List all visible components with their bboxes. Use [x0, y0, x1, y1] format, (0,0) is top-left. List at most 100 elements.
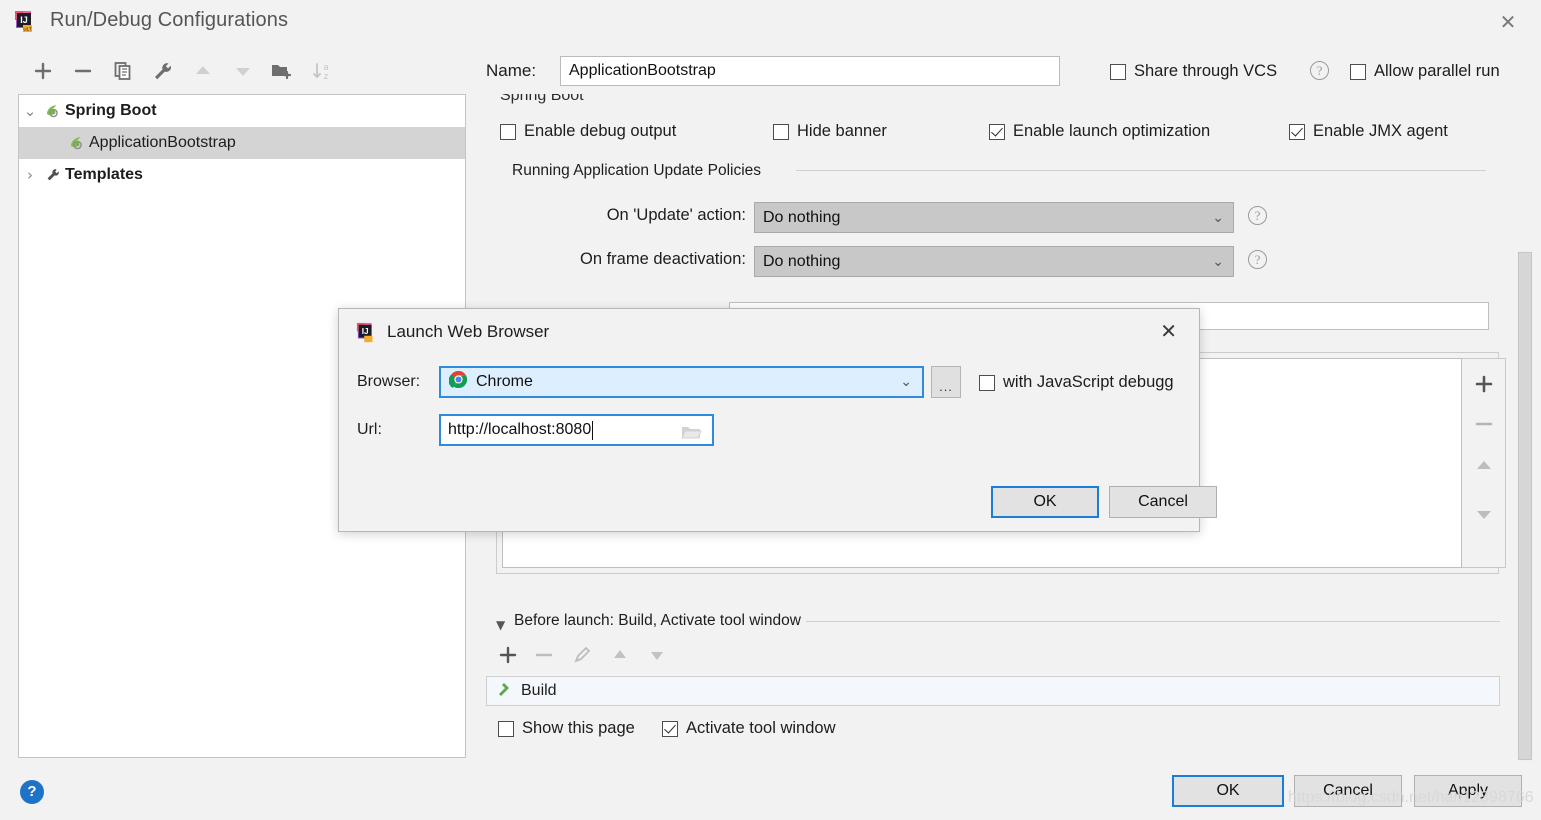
spring-boot-icon: [41, 102, 65, 120]
watermark: https://blog.csdn.net/han12398766: [1288, 789, 1534, 807]
enable-jmx-agent-checkbox[interactable]: Enable JMX agent: [1289, 122, 1448, 141]
move-task-up-icon[interactable]: [602, 640, 638, 670]
tree-item-label: Templates: [65, 166, 143, 184]
remove-icon[interactable]: [68, 56, 98, 86]
chevron-down-icon: ⌄: [1212, 254, 1224, 270]
browse-browsers-button[interactable]: ...: [931, 366, 961, 398]
share-through-vcs-label: Share through VCS: [1134, 62, 1277, 81]
tree-item-applicationbootstrap[interactable]: ApplicationBootstrap: [19, 127, 465, 159]
tree-item-spring-boot[interactable]: ⌄ Spring Boot: [19, 95, 465, 127]
intellij-idea-icon: IJ: [356, 322, 378, 344]
update-policies-group-label: Running Application Update Policies: [512, 162, 761, 180]
add-icon[interactable]: [28, 56, 58, 86]
dialog-close-icon[interactable]: ✕: [1160, 319, 1177, 343]
tree-item-label: ApplicationBootstrap: [89, 134, 236, 152]
hide-banner-label: Hide banner: [797, 122, 887, 141]
config-toolbar: a z: [18, 56, 468, 90]
move-up-icon[interactable]: [188, 56, 218, 86]
before-launch-toggle-icon[interactable]: ▼: [496, 618, 505, 632]
before-launch-task-label: Build: [521, 682, 557, 700]
add-row-button[interactable]: [1466, 369, 1502, 399]
allow-parallel-run-checkbox[interactable]: Allow parallel run: [1350, 62, 1500, 81]
new-folder-icon[interactable]: [266, 56, 296, 86]
help-icon[interactable]: ?: [20, 780, 44, 804]
dialog-cancel-button[interactable]: Cancel: [1109, 486, 1217, 518]
checkbox-box: [1110, 64, 1126, 80]
chevron-down-icon: ⌄: [900, 374, 912, 390]
move-down-icon[interactable]: [228, 56, 258, 86]
remove-row-button[interactable]: [1466, 409, 1502, 439]
intellij-idea-icon: IJ ULT: [14, 10, 38, 34]
remove-task-icon[interactable]: [526, 640, 562, 670]
checkbox-box: [773, 124, 789, 140]
name-input[interactable]: [560, 56, 1060, 86]
svg-text:IJ: IJ: [362, 327, 369, 336]
activate-tool-window-checkbox[interactable]: Activate tool window: [662, 719, 836, 738]
folder-icon[interactable]: [680, 423, 702, 446]
before-launch-task-row[interactable]: Build: [486, 676, 1500, 706]
group-divider: [806, 621, 1500, 622]
with-javascript-debugger-label: with JavaScript debugg: [1003, 373, 1174, 392]
run-debug-configurations-window: IJ ULT Run/Debug Configurations ✕: [0, 0, 1541, 820]
with-javascript-debugger-checkbox[interactable]: with JavaScript debugg: [979, 373, 1174, 392]
add-task-icon[interactable]: [490, 640, 526, 670]
browser-select[interactable]: Chrome ⌄: [439, 366, 924, 398]
svg-text:IJ: IJ: [20, 15, 28, 25]
before-launch-title: Before launch: Build, Activate tool wind…: [514, 612, 801, 630]
browser-value: Chrome: [476, 373, 533, 391]
on-update-action-help-icon[interactable]: ?: [1248, 206, 1267, 225]
checkbox-box: [1289, 124, 1305, 140]
checkbox-box: [500, 124, 516, 140]
spring-boot-icon: [65, 134, 89, 152]
edit-task-icon[interactable]: [565, 640, 601, 670]
share-vcs-help-icon[interactable]: ?: [1310, 61, 1329, 80]
on-frame-deactivation-help-icon[interactable]: ?: [1248, 250, 1267, 269]
dialog-ok-button[interactable]: OK: [991, 486, 1099, 518]
hide-banner-checkbox[interactable]: Hide banner: [773, 122, 887, 141]
checkbox-box: [498, 721, 514, 737]
sort-alphabetically-icon[interactable]: a z: [306, 56, 336, 86]
wrench-icon[interactable]: [148, 56, 178, 86]
spring-boot-group-label: Spring Boot: [500, 94, 584, 105]
chevron-down-icon[interactable]: ⌄: [19, 102, 41, 120]
show-this-page-checkbox[interactable]: Show this page: [498, 719, 635, 738]
tree-item-templates[interactable]: › Templates: [19, 159, 465, 191]
move-row-down-button[interactable]: [1466, 499, 1502, 529]
hammer-icon: [495, 680, 513, 703]
move-row-up-button[interactable]: [1466, 451, 1502, 481]
on-update-action-value: Do nothing: [763, 209, 840, 227]
chrome-icon: [449, 370, 468, 394]
chevron-down-icon: ⌄: [1212, 210, 1224, 226]
browser-label: Browser:: [357, 373, 420, 391]
svg-text:z: z: [324, 71, 329, 81]
ok-button[interactable]: OK: [1172, 775, 1284, 807]
share-through-vcs-checkbox[interactable]: Share through VCS: [1110, 62, 1277, 81]
activate-tool-window-label: Activate tool window: [686, 719, 836, 738]
enable-launch-optimization-label: Enable launch optimization: [1013, 122, 1210, 141]
text-caret: [592, 421, 593, 440]
wrench-icon: [41, 166, 65, 184]
settings-scrollbar-thumb[interactable]: [1518, 252, 1532, 760]
on-update-action-select[interactable]: Do nothing ⌄: [754, 202, 1234, 233]
page-title: Run/Debug Configurations: [50, 9, 288, 32]
copy-icon[interactable]: [108, 56, 138, 86]
close-icon[interactable]: ✕: [1493, 8, 1523, 36]
enable-launch-optimization-checkbox[interactable]: Enable launch optimization: [989, 122, 1210, 141]
move-task-down-icon[interactable]: [639, 640, 675, 670]
on-frame-deactivation-select[interactable]: Do nothing ⌄: [754, 246, 1234, 277]
name-label: Name:: [486, 61, 536, 81]
on-frame-deactivation-label: On frame deactivation:: [516, 250, 746, 269]
svg-text:ULT: ULT: [23, 27, 31, 32]
url-input[interactable]: http://localhost:8080: [439, 414, 714, 446]
checkbox-box: [662, 721, 678, 737]
window-title-bar: IJ ULT Run/Debug Configurations ✕: [0, 0, 1541, 44]
show-this-page-label: Show this page: [522, 719, 635, 738]
enable-debug-output-checkbox[interactable]: Enable debug output: [500, 122, 676, 141]
group-divider: [796, 170, 1486, 171]
launch-web-browser-dialog: IJ Launch Web Browser ✕ Browser: Chrome: [338, 308, 1200, 532]
allow-parallel-run-label: Allow parallel run: [1374, 62, 1500, 81]
chevron-right-icon[interactable]: ›: [19, 166, 41, 184]
table-side-buttons: [1462, 358, 1506, 568]
checkbox-box: [1350, 64, 1366, 80]
on-update-action-label: On 'Update' action:: [516, 206, 746, 225]
